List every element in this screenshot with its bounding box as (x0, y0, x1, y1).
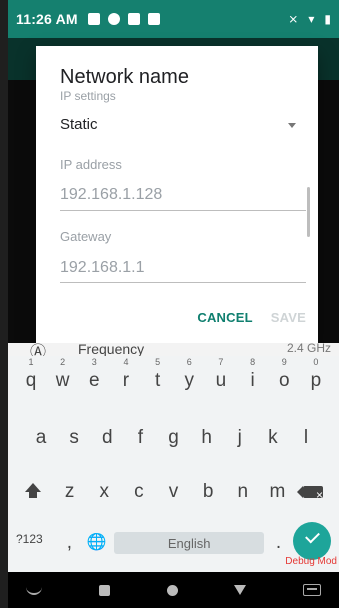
recents-icon[interactable] (98, 584, 110, 596)
key-d[interactable]: d (92, 427, 122, 449)
key-k[interactable]: k (258, 427, 288, 449)
period-key[interactable]: . (272, 532, 286, 570)
key-label: w (55, 370, 70, 391)
status-time: 11:26 AM (16, 11, 78, 27)
key-z[interactable]: z (55, 481, 85, 503)
key-x[interactable]: x (89, 481, 119, 503)
ip-address-field[interactable]: 192.168.1.128 (60, 186, 162, 204)
key-e[interactable]: 3e (79, 357, 109, 392)
key-o[interactable]: 9o (269, 357, 299, 392)
enter-key[interactable] (292, 522, 331, 560)
key-hint: 9 (281, 357, 287, 367)
chevron-down-icon (288, 123, 296, 128)
key-i[interactable]: 8i (238, 357, 268, 392)
wifi-icon: ▾ (308, 12, 315, 26)
key-hint: 0 (313, 357, 319, 367)
key-label: o (278, 370, 290, 391)
ip-settings-label: IP settings (60, 89, 116, 103)
keyboard-row-2: a s d f g h j k l (8, 427, 339, 449)
key-label: u (215, 370, 227, 391)
gateway-underline (60, 282, 306, 283)
key-hint: 3 (91, 357, 97, 367)
save-button[interactable]: SAVE (271, 310, 306, 325)
key-m[interactable]: m (262, 481, 292, 503)
comma-key[interactable]: , (59, 532, 79, 570)
keyboard-icon[interactable] (303, 584, 321, 596)
key-label: t (154, 370, 161, 391)
gateway-field[interactable]: 192.168.1.1 (60, 259, 145, 277)
battery-icon: ▮ (324, 12, 331, 26)
key-label: y (184, 370, 195, 391)
keyboard: 1q 2w 3e 4r 5t 6y 7u 8i 9o 0p a s d f g … (8, 356, 339, 572)
frequency-value: 2.4 GHz (286, 341, 331, 355)
dialog-actions: CANCEL SAVE (197, 310, 306, 325)
key-h[interactable]: h (192, 427, 222, 449)
key-u[interactable]: 7u (206, 357, 236, 392)
key-t[interactable]: 5t (143, 357, 173, 392)
space-bar[interactable]: English (114, 532, 265, 554)
notification-icon (87, 13, 100, 25)
status-right-icons: ⨯ ▾ ▮ (288, 12, 331, 26)
key-hint: 4 (123, 357, 129, 367)
key-hint: 5 (155, 357, 161, 367)
ip-settings-value: Static (60, 116, 98, 133)
scrollbar[interactable] (307, 187, 310, 237)
globe-icon[interactable]: 🌐 (87, 532, 107, 570)
key-label: e (89, 370, 100, 391)
cancel-button[interactable]: CANCEL (197, 310, 252, 325)
key-w[interactable]: 2w (48, 357, 78, 392)
key-s[interactable]: s (59, 427, 89, 449)
back-icon[interactable] (26, 585, 42, 595)
frequency-label: Frequency (78, 341, 145, 357)
keyboard-row-1: 1q 2w 3e 4r 5t 6y 7u 8i 9o 0p (8, 357, 339, 392)
dialog-title: Network name (60, 66, 189, 88)
key-hint: 8 (250, 357, 256, 367)
ip-address-underline (60, 210, 306, 211)
notification-icon (147, 13, 160, 25)
backspace-key[interactable]: × (297, 481, 331, 502)
key-n[interactable]: n (228, 481, 258, 503)
key-b[interactable]: b (193, 481, 223, 503)
key-l[interactable]: l (291, 427, 321, 449)
status-bar: 11:26 AM ⨯ ▾ ▮ (8, 0, 339, 38)
key-hint: 6 (186, 357, 192, 367)
shift-key[interactable] (16, 481, 50, 501)
close-icon: × (316, 488, 324, 502)
key-label: q (25, 370, 37, 391)
keyboard-row-3: z x c v b n m × (8, 481, 339, 503)
key-hint: 2 (60, 357, 66, 367)
key-y[interactable]: 6y (174, 357, 204, 392)
key-label: p (310, 370, 322, 391)
backspace-icon: × (297, 486, 323, 502)
key-p[interactable]: 0p (301, 357, 331, 392)
key-v[interactable]: v (159, 481, 189, 503)
key-label: r (122, 370, 130, 391)
key-j[interactable]: j (225, 427, 255, 449)
gateway-label: Gateway (60, 229, 112, 244)
key-r[interactable]: 4r (111, 357, 141, 392)
key-label: i (250, 370, 255, 391)
key-q[interactable]: 1q (16, 357, 46, 392)
ip-settings-dropdown[interactable]: Static (60, 112, 306, 138)
key-c[interactable]: c (124, 481, 154, 503)
ip-address-label: IP address (60, 157, 122, 172)
home-icon[interactable] (166, 584, 178, 596)
dropdown-icon[interactable] (234, 585, 247, 595)
symbols-key[interactable]: ?123 (16, 532, 52, 570)
network-dialog: Network name IP settings Static IP addre… (36, 46, 318, 343)
key-hint: 1 (28, 357, 34, 367)
debug-mode-label: Debug Mod (285, 556, 337, 567)
android-screen: 11:26 AM ⨯ ▾ ▮ Network name IP settings … (8, 0, 339, 608)
notification-icon (127, 13, 140, 25)
notification-icon (107, 13, 120, 25)
navigation-bar (8, 572, 339, 608)
status-left-icons (87, 13, 160, 25)
key-hint: 7 (218, 357, 224, 367)
key-a[interactable]: a (26, 427, 56, 449)
key-f[interactable]: f (125, 427, 155, 449)
vibrate-icon: ⨯ (288, 12, 299, 26)
key-g[interactable]: g (159, 427, 189, 449)
